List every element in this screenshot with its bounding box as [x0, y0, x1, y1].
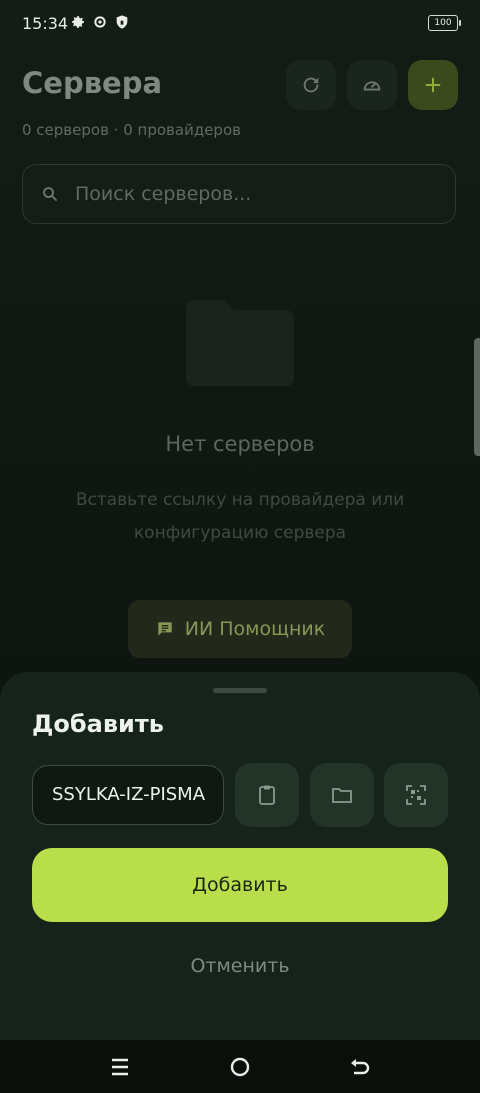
refresh-button[interactable]: [286, 60, 336, 110]
sheet-drag-handle[interactable]: [213, 688, 267, 693]
add-button[interactable]: Добавить: [32, 848, 448, 922]
cancel-button[interactable]: Отменить: [0, 955, 480, 977]
search-icon: [43, 187, 57, 201]
sheet-title: Добавить: [32, 710, 164, 738]
ai-assistant-button[interactable]: ИИ Помощник: [128, 600, 352, 658]
folder-icon: [186, 300, 294, 386]
battery-indicator: 100: [428, 15, 461, 31]
home-circle-icon: [230, 1057, 250, 1077]
ai-assistant-label: ИИ Помощник: [184, 618, 326, 640]
message-icon: [158, 622, 172, 636]
gear-icon: [72, 16, 84, 28]
settings-icon: [94, 16, 106, 28]
status-icons: [70, 14, 130, 30]
link-input[interactable]: SSYLKA-IZ-PISMA: [32, 765, 224, 825]
menu-icon: [112, 1058, 128, 1076]
back-button[interactable]: [347, 1054, 373, 1080]
search-placeholder: Поиск серверов...: [75, 183, 252, 205]
search-input[interactable]: Поиск серверов...: [22, 164, 456, 224]
empty-state-title: Нет серверов: [165, 432, 315, 456]
server-count-subtitle: 0 серверов · 0 провайдеров: [22, 121, 241, 139]
empty-state-description: Вставьте ссылку на провайдера или конфиг…: [75, 490, 405, 543]
app-screen: 15:34 100 Сервера 0 серверов · 0 провайд…: [0, 0, 480, 1093]
status-bar: 15:34 100: [0, 0, 480, 48]
edge-panel-handle[interactable]: [474, 338, 480, 456]
speed-test-button[interactable]: [347, 60, 397, 110]
refresh-icon: [303, 77, 319, 93]
page-title: Сервера: [22, 66, 163, 100]
scan-qr-button[interactable]: [384, 763, 448, 827]
open-file-button[interactable]: [310, 763, 374, 827]
shield-icon: [116, 15, 128, 29]
paste-button[interactable]: [235, 763, 299, 827]
add-server-button[interactable]: [408, 60, 458, 110]
plus-icon: [425, 77, 441, 93]
add-bottom-sheet: Добавить SSYLKA-IZ-PISMA Добавить Отмени…: [0, 672, 480, 1040]
status-time: 15:34: [22, 14, 69, 33]
home-button[interactable]: [227, 1054, 253, 1080]
back-icon: [351, 1059, 370, 1075]
clipboard-icon: [259, 785, 275, 805]
recents-button[interactable]: [107, 1054, 133, 1080]
speedometer-icon: [363, 81, 381, 91]
system-nav-bar: [0, 1040, 480, 1093]
folder-open-icon: [332, 788, 352, 803]
qr-scan-icon: [406, 785, 426, 805]
